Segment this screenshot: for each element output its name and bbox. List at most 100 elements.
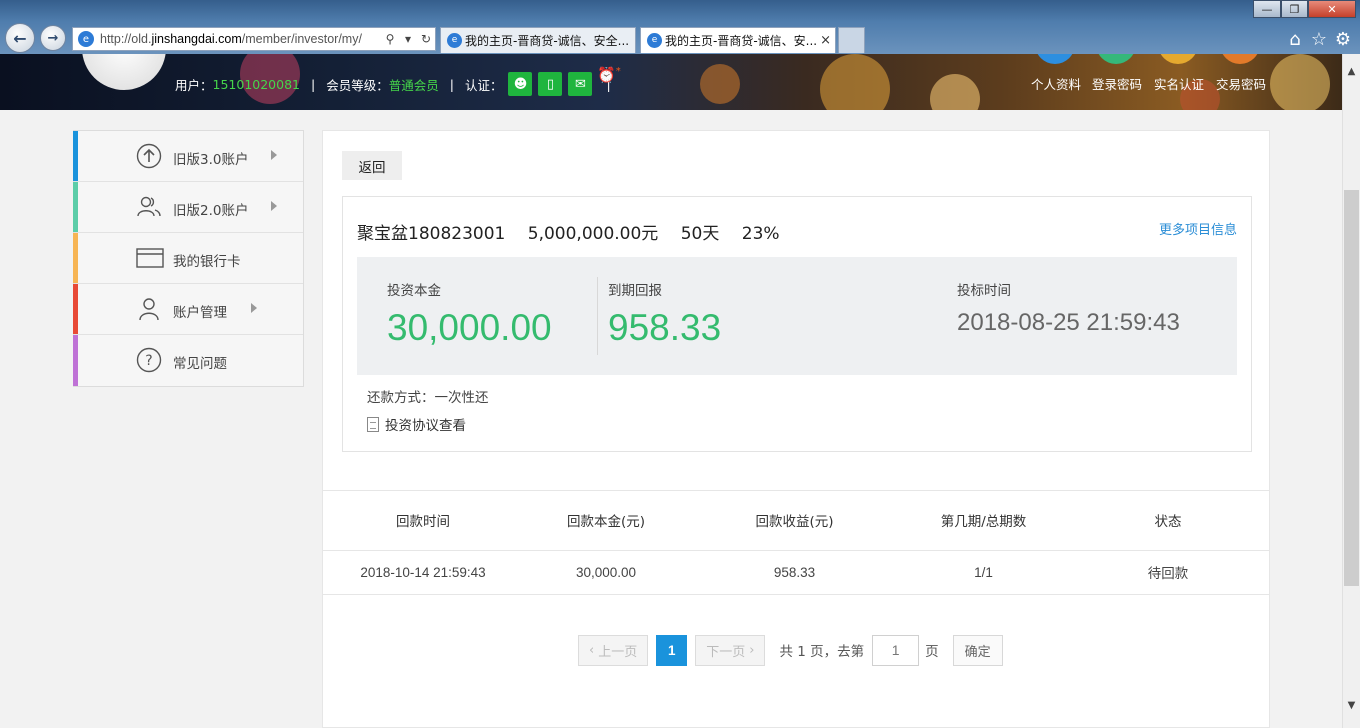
divider — [597, 277, 598, 355]
scroll-thumb[interactable] — [1344, 190, 1359, 586]
close-window-button[interactable]: ✕ — [1308, 0, 1356, 18]
column-header: 状态 — [1067, 491, 1269, 551]
url-path: /member/investor/my/ — [241, 32, 362, 46]
tab-close-icon[interactable]: × — [820, 28, 831, 53]
investment-stats: 投资本金 30,000.00 到期回报 958.33 投标时间 2018-08-… — [357, 257, 1237, 375]
chevron-left-icon: ‹ — [589, 642, 595, 658]
confirm-goto-button[interactable]: 确定 — [952, 634, 1003, 666]
agreement-link[interactable]: 投资协议查看 — [367, 414, 466, 434]
sidebar-color-bar — [73, 284, 78, 334]
browser-tab-2[interactable]: e 我的主页-晋商贷-诚信、安... × — [640, 27, 836, 53]
level-value: 普通会员 — [388, 77, 439, 93]
refresh-icon[interactable]: ↻ — [417, 32, 435, 46]
prev-page-button[interactable]: ‹ 上一页 — [578, 634, 649, 666]
browser-tab-1[interactable]: e 我的主页-晋商贷-诚信、安全... — [440, 27, 636, 53]
header-link-profile[interactable]: 个人资料 — [1031, 74, 1081, 93]
prev-page-label: 上一页 — [598, 644, 638, 660]
tab-title: 我的主页-晋商贷-诚信、安全... — [465, 34, 630, 48]
chevron-right-icon — [251, 303, 257, 313]
verify-label: 认证： — [464, 77, 503, 93]
address-bar[interactable]: e http://old.jinshangdai.com/member/inve… — [72, 27, 436, 51]
current-page-button[interactable]: 1 — [656, 634, 688, 666]
sidebar-item-faq[interactable]: ? 常见问题 — [73, 335, 303, 386]
search-icon[interactable]: ⚲ — [381, 32, 399, 46]
project-amount: 5,000,000.00元 — [527, 224, 659, 244]
address-url[interactable]: http://old.jinshangdai.com/member/invest… — [100, 32, 381, 46]
sidebar-item-account-v3[interactable]: 旧版3.0账户 — [73, 131, 303, 182]
next-page-button[interactable]: 下一页 › — [695, 634, 766, 666]
identity-verify-icon[interactable]: ☻ — [508, 72, 533, 96]
stat-value: 958.33 — [608, 307, 722, 348]
alarm-clock-icon[interactable]: ⏰* — [597, 66, 621, 84]
new-tab-button[interactable] — [838, 27, 865, 53]
sidebar-item-account-management[interactable]: 账户管理 — [73, 284, 303, 335]
divider: | — [311, 76, 316, 92]
favorites-star-icon[interactable]: ☆ — [1308, 29, 1330, 51]
url-prefix: http://old. — [100, 32, 152, 46]
tab-favicon-icon: e — [447, 33, 462, 48]
document-icon — [367, 416, 379, 432]
stat-value: 2018-08-25 21:59:43 — [957, 309, 1180, 336]
table-header-row: 回款时间 回款本金(元) 回款收益(元) 第几期/总期数 状态 — [323, 491, 1269, 551]
alarm-badge: * — [615, 66, 621, 77]
svg-text:?: ? — [145, 353, 152, 369]
column-header: 回款收益(元) — [689, 491, 900, 551]
goto-page-input[interactable] — [872, 634, 920, 666]
chevron-right-icon — [271, 201, 277, 211]
scroll-up-icon[interactable]: ▲ — [1343, 66, 1360, 77]
user-info-line: 用户： 15101020081 | 会员等级： 普通会员 | 认证： ☻ ▯ ✉… — [175, 72, 622, 96]
url-domain: jinshangdai.com — [151, 32, 242, 46]
maximize-button[interactable]: ❐ — [1281, 0, 1308, 18]
settings-gear-icon[interactable]: ⚙ — [1332, 29, 1354, 51]
header-link-realname[interactable]: 实名认证 — [1154, 74, 1204, 93]
level-label: 会员等级： — [326, 77, 389, 93]
agreement-label: 投资协议查看 — [385, 418, 466, 434]
avatar[interactable] — [82, 54, 166, 90]
email-verify-icon[interactable]: ✉ — [568, 72, 593, 96]
stat-label: 投标时间 — [957, 283, 1011, 299]
page-scrollbar[interactable]: ▲ ▼ — [1342, 54, 1360, 728]
column-header: 第几期/总期数 — [900, 491, 1067, 551]
user-label: 用户： — [175, 77, 213, 93]
sidebar-item-label: 常见问题 — [173, 356, 227, 372]
more-project-info-link[interactable]: 更多项目信息 — [1159, 219, 1237, 238]
sidebar-item-account-v2[interactable]: 旧版2.0账户 — [73, 182, 303, 233]
sidebar-item-label: 旧版3.0账户 — [173, 152, 249, 168]
page-unit: 页 — [925, 644, 939, 660]
home-icon[interactable]: ⌂ — [1284, 29, 1306, 51]
project-term: 50天 — [680, 224, 720, 244]
header-link-login-password[interactable]: 登录密码 — [1092, 74, 1142, 93]
sidebar-item-bank-card[interactable]: 我的银行卡 — [73, 233, 303, 284]
page-summary: 共 1 页，去第 — [779, 644, 865, 660]
password-circle-icon — [1096, 54, 1136, 64]
table-cell: 1/1 — [900, 550, 1067, 595]
back-nav-icon[interactable]: ← — [5, 23, 35, 53]
phone-verify-icon[interactable]: ▯ — [538, 72, 563, 96]
realname-circle-icon — [1158, 54, 1198, 64]
project-title: 聚宝盆180823001 5,000,000.00元 50天 23% — [357, 219, 797, 244]
forward-nav-icon[interactable]: → — [40, 25, 66, 51]
user-icon — [136, 296, 162, 322]
table-cell: 30,000.00 — [523, 550, 689, 595]
header-link-trade-password[interactable]: 交易密码 — [1216, 74, 1266, 93]
project-rate: 23% — [741, 224, 780, 244]
sidebar-item-label: 我的银行卡 — [173, 254, 241, 270]
column-header: 回款本金(元) — [523, 491, 689, 551]
back-button[interactable]: 返回 — [342, 151, 402, 180]
bank-card-icon — [136, 245, 164, 271]
site-favicon-icon: e — [78, 31, 94, 47]
users-icon — [136, 194, 162, 220]
main-panel: 返回 聚宝盆180823001 5,000,000.00元 50天 23% 更多… — [322, 130, 1270, 728]
table-cell: 958.33 — [689, 550, 900, 595]
site-header: 用户： 15101020081 | 会员等级： 普通会员 | 认证： ☻ ▯ ✉… — [0, 54, 1342, 110]
sidebar-color-bar — [73, 182, 78, 232]
dropdown-arrow-icon[interactable]: ▾ — [399, 32, 417, 46]
divider: | — [449, 76, 454, 92]
upload-arrow-icon — [136, 143, 162, 169]
scroll-down-icon[interactable]: ▼ — [1343, 700, 1360, 711]
sidebar-color-bar — [73, 335, 78, 386]
chevron-right-icon: › — [749, 642, 755, 658]
minimize-button[interactable]: — — [1253, 0, 1281, 18]
tab-title: 我的主页-晋商贷-诚信、安... — [665, 34, 818, 48]
sidebar-item-label: 账户管理 — [173, 305, 227, 321]
